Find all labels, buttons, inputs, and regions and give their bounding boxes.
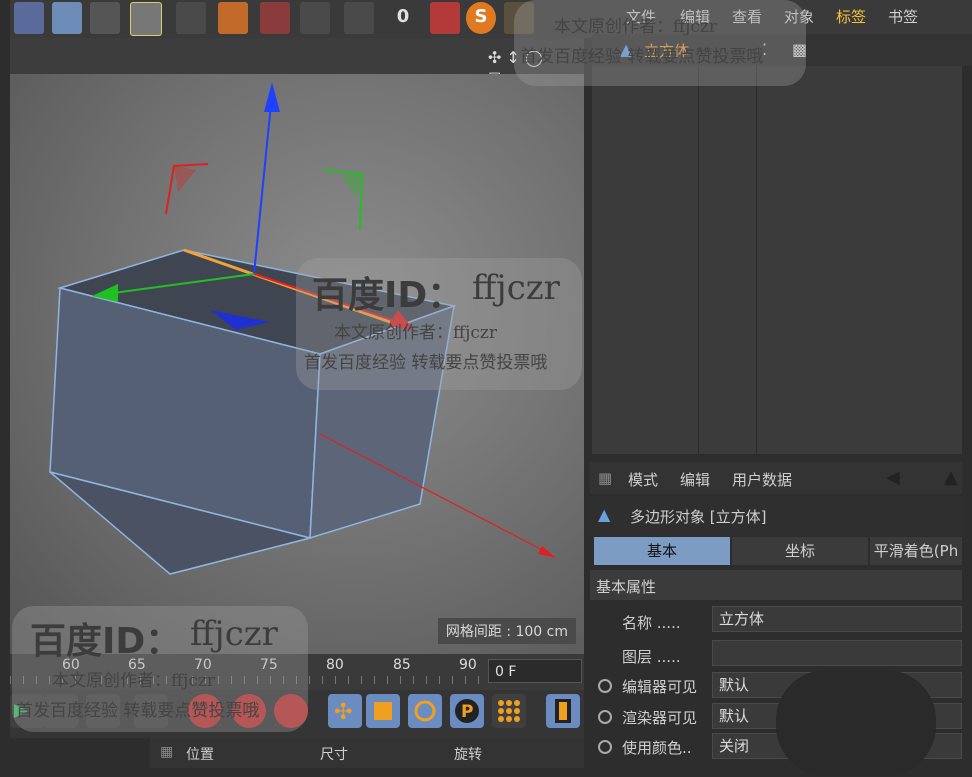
prop-label: 编辑器可见 (622, 678, 698, 696)
viewport-header: ✣ ↕ ◯ ◻ (10, 38, 584, 86)
camera-icon[interactable] (90, 2, 120, 34)
param-key-icon[interactable]: P (450, 694, 484, 728)
editor-visible-radio[interactable] (598, 679, 612, 693)
watermark: 百度ID： ffjczr 本文原创作者：ffjczr 首发百度经验 转载要点赞投… (296, 258, 582, 390)
attributes-title: ▲ 多边形对象 [立方体] (590, 496, 962, 536)
layer-field[interactable] (712, 640, 962, 666)
edit-icon[interactable] (260, 2, 290, 34)
tick-label: 90 (459, 657, 477, 673)
size-label: 尺寸 (320, 747, 348, 763)
render-visible-radio[interactable] (598, 710, 612, 724)
menu-mode[interactable]: 模式 (628, 469, 658, 490)
y-axis-line (253, 93, 273, 275)
scale-key-icon[interactable] (366, 694, 400, 728)
attributes-menu: ▦ 模式 编辑 用户数据 ◀ ▲ (590, 462, 962, 494)
back-arrow-icon[interactable]: ◀ (886, 467, 900, 488)
tab-coordinates[interactable]: 坐标 (732, 537, 868, 565)
tab-basic[interactable]: 基本 (594, 537, 730, 565)
grid-spacing-label: 网格间距 : 100 cm (437, 618, 576, 644)
grid-object-icon[interactable] (52, 2, 82, 34)
watermark: 本文原创作者：ffjczr 首发百度经验 转载要点赞投票哦 (514, 0, 806, 86)
mirror-icon[interactable] (344, 2, 374, 34)
object-title: 多边形对象 [立方体] (630, 508, 767, 526)
menu-edit[interactable]: 编辑 (680, 469, 710, 490)
grip-icon[interactable]: ▦ (598, 469, 612, 487)
menu-tags[interactable]: 标签 (836, 6, 866, 27)
move-key-icon[interactable]: ✣ (328, 694, 362, 728)
prop-label: 图层 ..... (622, 648, 681, 666)
prop-label: 渲染器可见 (622, 709, 698, 727)
main-toolbar: 0 S (10, 0, 592, 38)
point-level-icon[interactable] (492, 694, 526, 728)
light-icon[interactable] (130, 2, 162, 36)
prop-label: 名称 ..... (622, 614, 681, 632)
polygon-object-icon: ▲ (598, 505, 611, 524)
coordinates-header: ▦ 位置 尺寸 旋转 (150, 738, 584, 768)
basic-properties-header: 基本属性 (590, 570, 962, 600)
attribute-tabs: 基本 坐标 平滑着色(Ph (594, 537, 962, 565)
tick-label: 85 (393, 657, 411, 673)
prop-label: 使用颜色.. (622, 739, 692, 757)
sculpt-icon[interactable]: S (466, 2, 496, 34)
counter-display: 0 (388, 2, 418, 34)
object-list-area[interactable] (592, 66, 962, 454)
paint-icon[interactable] (430, 2, 460, 34)
rotate-key-icon[interactable] (408, 694, 442, 728)
tab-phong[interactable]: 平滑着色(Ph (870, 537, 962, 565)
section-title: 基本属性 (596, 578, 657, 596)
current-frame-field[interactable]: 0 F (488, 659, 582, 683)
svg-text:P: P (461, 702, 473, 722)
sort-icon[interactable] (300, 2, 330, 34)
spline-tool-icon[interactable] (14, 2, 44, 34)
menu-bookmarks[interactable]: 书签 (888, 6, 918, 27)
redaction-blob (776, 670, 936, 776)
use-color-radio[interactable] (598, 740, 612, 754)
watermark: 百度ID： ffjczr 本文原创作者：ffjczr 首发百度经验 转载要点赞投… (12, 606, 308, 732)
forward-arrow-icon[interactable]: ▲ (944, 467, 958, 488)
position-label: 位置 (186, 747, 214, 763)
rotation-label: 旋转 (454, 747, 482, 763)
name-field[interactable]: 立方体 (712, 606, 962, 632)
svg-text:✣: ✣ (334, 700, 352, 725)
tick-label: 80 (326, 657, 344, 673)
y-axis-arrow-icon (264, 82, 280, 112)
film-icon[interactable] (546, 694, 580, 728)
menu-user-data[interactable]: 用户数据 (732, 469, 792, 490)
deformer-icon[interactable] (218, 2, 248, 34)
move-axis-icon[interactable] (176, 2, 206, 34)
grip-icon[interactable]: ▦ (160, 744, 173, 760)
